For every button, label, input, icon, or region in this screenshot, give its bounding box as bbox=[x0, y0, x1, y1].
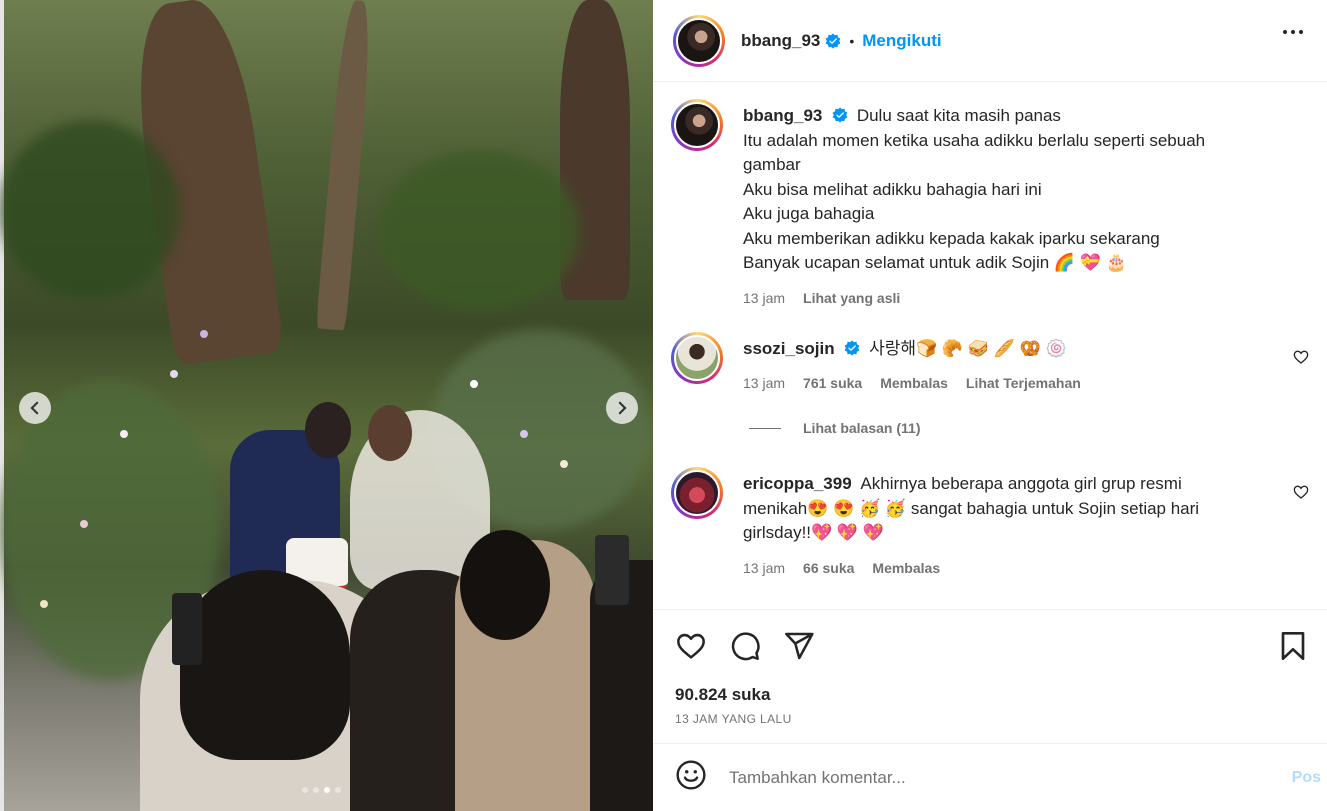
post-time[interactable]: 13 JAM YANG LALU bbox=[675, 712, 792, 726]
share-send-icon[interactable] bbox=[783, 630, 815, 662]
caption-line: Banyak ucapan selamat untuk adik Sojin 🌈… bbox=[743, 253, 1127, 272]
caption-text: Dulu saat kita masih panas bbox=[856, 106, 1061, 125]
see-original-button[interactable]: Lihat yang asli bbox=[803, 286, 900, 311]
foliage bbox=[0, 120, 180, 300]
photo-border bbox=[0, 0, 4, 811]
flower bbox=[120, 430, 128, 438]
reply-button[interactable]: Membalas bbox=[872, 556, 940, 581]
chevron-left-icon bbox=[30, 401, 39, 415]
comment-like-heart-icon[interactable] bbox=[1293, 484, 1309, 500]
more-dot bbox=[1283, 30, 1287, 34]
flower bbox=[80, 520, 88, 528]
caption-line: Aku bisa melihat adikku bahagia hari ini bbox=[743, 179, 1042, 199]
flower bbox=[40, 600, 48, 608]
commenter-avatar[interactable] bbox=[671, 467, 723, 519]
comments-section[interactable]: bbang_93 Dulu saat kita masih panas Itu … bbox=[653, 82, 1327, 609]
flower bbox=[470, 380, 478, 388]
comment-text: Akhirnya beberapa anggota girl grup resm… bbox=[860, 474, 1182, 493]
carousel-dot bbox=[324, 787, 330, 793]
flower bbox=[200, 330, 208, 338]
replies-line bbox=[749, 427, 781, 429]
caption-line: Aku memberikan adikku kepada kakak ipark… bbox=[743, 228, 1160, 248]
tree-trunk bbox=[315, 0, 375, 331]
emoji-button[interactable] bbox=[675, 759, 707, 796]
post-actions: 90.824 suka 13 JAM YANG LALU bbox=[653, 609, 1327, 743]
phone bbox=[595, 535, 629, 605]
post-panel: bbang_93 • Mengikuti bbang_93 Dulu saat … bbox=[653, 0, 1327, 811]
comment-line: girlsday!!💖 💖 💖 bbox=[743, 523, 884, 542]
comment-likes[interactable]: 66 suka bbox=[803, 556, 854, 581]
flower bbox=[560, 460, 568, 468]
save-bookmark-button[interactable] bbox=[1277, 630, 1309, 667]
verified-badge-icon bbox=[844, 340, 860, 356]
comment-meta: 13 jam 761 suka Membalas Lihat Terjemaha… bbox=[743, 371, 1081, 396]
flower bbox=[520, 430, 528, 438]
caption-line: Itu adalah momen ketika usaha adikku ber… bbox=[743, 130, 1206, 150]
caption-time[interactable]: 13 jam bbox=[743, 286, 785, 311]
carousel-dot bbox=[335, 787, 341, 793]
comment-text: 사랑해🍞 🥐 🥪 🥖 🥨 🍥 bbox=[869, 339, 1067, 358]
action-icons bbox=[675, 630, 815, 662]
groom-head bbox=[305, 402, 351, 458]
comment-body: ericoppa_399 Akhirnya beberapa anggota g… bbox=[743, 467, 1199, 580]
comment-like-heart-icon[interactable] bbox=[1293, 349, 1309, 365]
more-dot bbox=[1291, 30, 1295, 34]
commenter-username[interactable]: ssozi_sojin bbox=[743, 339, 835, 358]
more-options-button[interactable] bbox=[1283, 30, 1303, 34]
comment: ssozi_sojin 사랑해🍞 🥐 🥪 🥖 🥨 🍥 13 jam 761 su… bbox=[671, 332, 1081, 395]
guest-hair bbox=[180, 570, 350, 760]
view-replies-label: Lihat balasan (11) bbox=[803, 420, 921, 436]
carousel-dot bbox=[302, 787, 308, 793]
comment-line: menikah😍 😍 🥳 🥳 sangat bahagia untuk Soji… bbox=[743, 498, 1200, 518]
carousel-next-button[interactable] bbox=[606, 392, 638, 424]
separator-dot: • bbox=[849, 32, 855, 49]
author-avatar[interactable] bbox=[673, 14, 725, 67]
comment-line: ssozi_sojin 사랑해🍞 🥐 🥪 🥖 🥨 🍥 bbox=[743, 337, 1081, 362]
post-header: bbang_93 • Mengikuti bbox=[653, 0, 1327, 82]
comment-body: ssozi_sojin 사랑해🍞 🥐 🥪 🥖 🥨 🍥 13 jam 761 su… bbox=[743, 332, 1081, 395]
phone bbox=[172, 593, 202, 665]
likes-count[interactable]: 90.824 suka bbox=[675, 685, 770, 705]
add-comment-bar: Pos bbox=[653, 743, 1327, 811]
comment-bubble-icon[interactable] bbox=[729, 630, 761, 662]
verified-badge-icon bbox=[825, 32, 841, 49]
smiley-icon bbox=[676, 760, 706, 790]
comment: ericoppa_399 Akhirnya beberapa anggota g… bbox=[671, 467, 1199, 580]
reply-button[interactable]: Membalas bbox=[880, 371, 948, 396]
caption-username[interactable]: bbang_93 bbox=[743, 106, 822, 125]
caption: bbang_93 Dulu saat kita masih panas Itu … bbox=[671, 99, 1205, 310]
chevron-right-icon bbox=[618, 401, 627, 415]
view-replies-button[interactable]: Lihat balasan (11) bbox=[749, 420, 920, 436]
comment-line: ericoppa_399 Akhirnya beberapa anggota g… bbox=[743, 472, 1199, 497]
caption-line: gambar bbox=[743, 155, 801, 174]
comment-time[interactable]: 13 jam bbox=[743, 371, 785, 396]
more-dot bbox=[1299, 30, 1303, 34]
caption-meta: 13 jam Lihat yang asli bbox=[743, 286, 1205, 311]
following-button[interactable]: Mengikuti bbox=[862, 31, 941, 51]
bookmark-icon bbox=[1281, 632, 1305, 660]
carousel-prev-button[interactable] bbox=[19, 392, 51, 424]
comment-time[interactable]: 13 jam bbox=[743, 556, 785, 581]
comment-input[interactable] bbox=[729, 767, 1249, 788]
comment-meta: 13 jam 66 suka Membalas bbox=[743, 556, 1199, 581]
post-comment-button[interactable]: Pos bbox=[1292, 769, 1321, 787]
like-heart-icon[interactable] bbox=[675, 630, 707, 662]
carousel-dot bbox=[313, 787, 319, 793]
commenter-username[interactable]: ericoppa_399 bbox=[743, 474, 852, 493]
translate-button[interactable]: Lihat Terjemahan bbox=[966, 371, 1081, 396]
author-avatar[interactable] bbox=[671, 99, 723, 151]
post-photo[interactable] bbox=[0, 0, 653, 811]
caption-body: bbang_93 Dulu saat kita masih panas Itu … bbox=[743, 99, 1205, 310]
caption-line: Aku juga bahagia bbox=[743, 204, 875, 223]
carousel-indicator bbox=[302, 787, 341, 793]
author-username[interactable]: bbang_93 bbox=[741, 31, 820, 51]
flower bbox=[170, 370, 178, 378]
commenter-avatar[interactable] bbox=[671, 332, 723, 384]
foliage bbox=[380, 150, 580, 310]
guest-hair bbox=[460, 530, 550, 640]
bride-head bbox=[368, 405, 412, 461]
verified-badge-icon bbox=[832, 107, 848, 123]
comment-likes[interactable]: 761 suka bbox=[803, 371, 862, 396]
caption-line: bbang_93 Dulu saat kita masih panas bbox=[743, 104, 1205, 129]
